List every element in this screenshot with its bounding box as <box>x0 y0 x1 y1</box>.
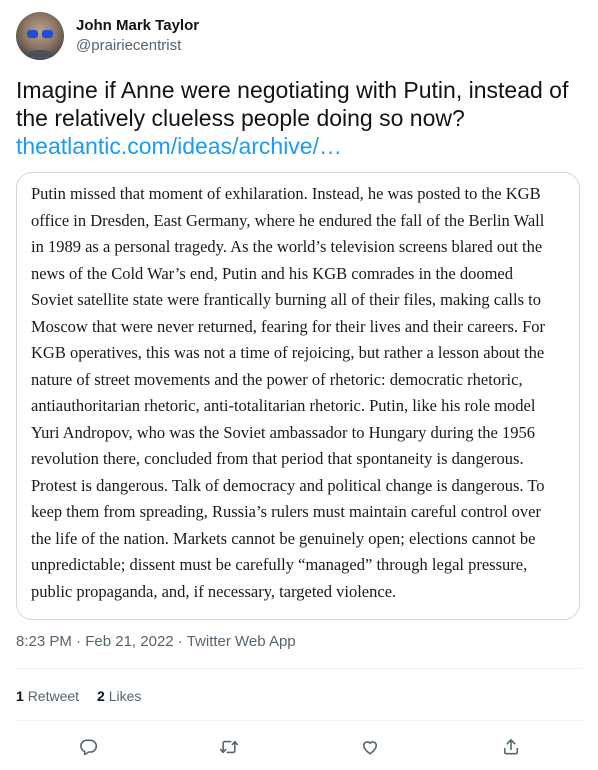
reply-icon <box>80 739 98 756</box>
tweet-time[interactable]: 8:23 PM <box>16 633 72 650</box>
quote-line: Yuri Andropov, who was the Soviet ambass… <box>31 422 535 442</box>
author-display-name[interactable]: John Mark Taylor <box>76 16 199 36</box>
quote-line: antiauthoritarian rhetoric, anti-totalit… <box>31 396 536 415</box>
quote-line: office in Dresden, East Germany, where h… <box>31 210 545 230</box>
quote-line: revolution there, concluded from that pe… <box>31 449 524 468</box>
author-names: John Mark Taylor @prairiecentrist <box>76 16 199 56</box>
share-icon <box>503 739 519 755</box>
quote-line: public propaganda, and, if necessary, ta… <box>31 581 397 601</box>
heart-icon <box>362 741 378 755</box>
sunglasses-graphic <box>27 30 53 38</box>
quote-line: Moscow that were never returned, fearing… <box>31 316 546 336</box>
quote-text: Putin missed that moment of exhilaration… <box>31 181 569 605</box>
tweet-meta: 8:23 PM · Feb 21, 2022 · Twitter Web App <box>16 632 296 652</box>
quote-line: Protest is dangerous. Talk of democracy … <box>31 475 545 495</box>
article-link[interactable]: theatlantic.com/ideas/archive/… <box>16 132 582 160</box>
avatar[interactable] <box>16 12 64 60</box>
action-bar <box>0 734 598 760</box>
quote-line: KGB operatives, this was not a time of r… <box>31 343 545 362</box>
tweet-source[interactable]: Twitter Web App <box>187 633 296 650</box>
quote-line: unpredictable; dissent must be carefully… <box>31 555 528 574</box>
share-button[interactable] <box>498 734 524 760</box>
retweet-button[interactable] <box>216 734 242 760</box>
tweet-date[interactable]: Feb 21, 2022 <box>85 633 173 650</box>
tweet-text-line: Imagine if Anne were negotiating with Pu… <box>16 77 569 103</box>
meta-separator: · <box>71 633 86 650</box>
author-handle[interactable]: @prairiecentrist <box>76 36 199 56</box>
divider <box>16 720 582 721</box>
retweet-icon <box>219 740 239 754</box>
quote-line: the life of the nation. Markets cannot b… <box>31 528 536 548</box>
tweet-stats: 1 Retweet 2 Likes <box>16 686 159 706</box>
reply-button[interactable] <box>75 734 101 760</box>
quote-line: Soviet satellite state were frantically … <box>31 290 541 309</box>
like-button[interactable] <box>357 734 383 760</box>
meta-separator: · <box>173 633 187 650</box>
quote-line: news of the Cold War’s end, Putin and hi… <box>31 263 513 283</box>
quote-line: Putin missed that moment of exhilaration… <box>31 184 541 203</box>
quoted-image-card[interactable]: Putin missed that moment of exhilaration… <box>16 172 580 620</box>
retweet-label: Retweet <box>27 688 80 704</box>
tweet-text-line: the relatively clueless people doing so … <box>16 105 465 131</box>
divider <box>16 668 582 669</box>
shirt-graphic <box>22 50 58 60</box>
tweet-text: Imagine if Anne were negotiating with Pu… <box>16 76 582 160</box>
quote-line: in 1989 as a personal tragedy. As the wo… <box>31 237 543 256</box>
likes-count: 2 <box>97 688 105 704</box>
tweet-header: John Mark Taylor @prairiecentrist <box>16 12 199 60</box>
quote-line: nature of street movements and the power… <box>31 369 523 389</box>
retweet-stat[interactable]: 1 Retweet <box>16 686 79 706</box>
retweet-count: 1 <box>16 688 24 704</box>
quote-line: keep them from spreading, Russia’s ruler… <box>31 502 541 521</box>
likes-stat[interactable]: 2 Likes <box>97 686 141 706</box>
likes-label: Likes <box>108 688 142 704</box>
